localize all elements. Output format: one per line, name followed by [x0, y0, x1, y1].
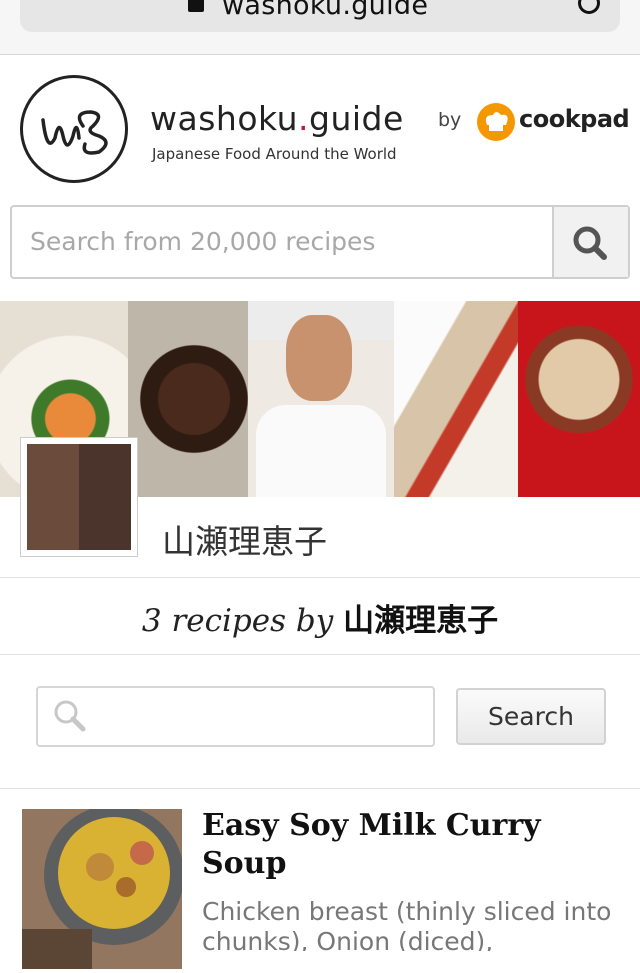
author-avatar-photo	[27, 444, 131, 550]
filter-search-button[interactable]: Search	[456, 688, 606, 745]
cookpad-logo-text[interactable]: cookpad	[519, 105, 630, 133]
author-avatar[interactable]	[20, 437, 138, 557]
by-label: by	[438, 109, 462, 131]
search-icon	[54, 700, 86, 732]
recipe-search-bar: Search from 20,000 recipes	[10, 205, 630, 279]
tagline: Japanese Food Around the World	[152, 145, 397, 163]
site-logo[interactable]	[20, 75, 128, 183]
author-recipe-filter: Search	[0, 654, 640, 789]
chef-face	[286, 315, 352, 401]
url-text[interactable]: washoku.guide	[222, 0, 428, 21]
recipe-title[interactable]: Easy Soy Milk Curry Soup	[202, 807, 612, 883]
chef-shirt	[256, 405, 386, 497]
search-button[interactable]	[552, 207, 628, 277]
cover-photo-toast	[394, 301, 518, 497]
recipe-card[interactable]: Easy Soy Milk Curry Soup Chicken breast …	[0, 789, 640, 969]
recipe-count-header: 3 recipes by 山瀬理恵子	[0, 577, 640, 655]
browser-url-bar: washoku.guide	[0, 0, 640, 55]
recipe-count-author: 山瀬理恵子	[343, 603, 499, 639]
recipe-thumbnail[interactable]	[22, 805, 184, 969]
search-icon	[573, 226, 607, 260]
search-input[interactable]: Search from 20,000 recipes	[30, 227, 375, 256]
cover-photo-chef	[248, 301, 394, 497]
cover-photo-stew	[128, 301, 248, 497]
logo-wg-icon	[41, 110, 108, 155]
lock-icon	[188, 0, 204, 12]
filter-input[interactable]	[36, 686, 435, 747]
recipe-count-label: 3 recipes by	[141, 603, 334, 639]
cover-photo-rice	[518, 301, 640, 497]
site-header: washoku.guide Japanese Food Around the W…	[0, 55, 640, 201]
author-name: 山瀬理恵子	[162, 522, 327, 561]
cookpad-chef-hat-icon[interactable]	[477, 103, 515, 141]
recipe-ingredients: Chicken breast (thinly sliced into chunk…	[202, 897, 612, 951]
brand-name[interactable]: washoku.guide	[150, 99, 404, 138]
